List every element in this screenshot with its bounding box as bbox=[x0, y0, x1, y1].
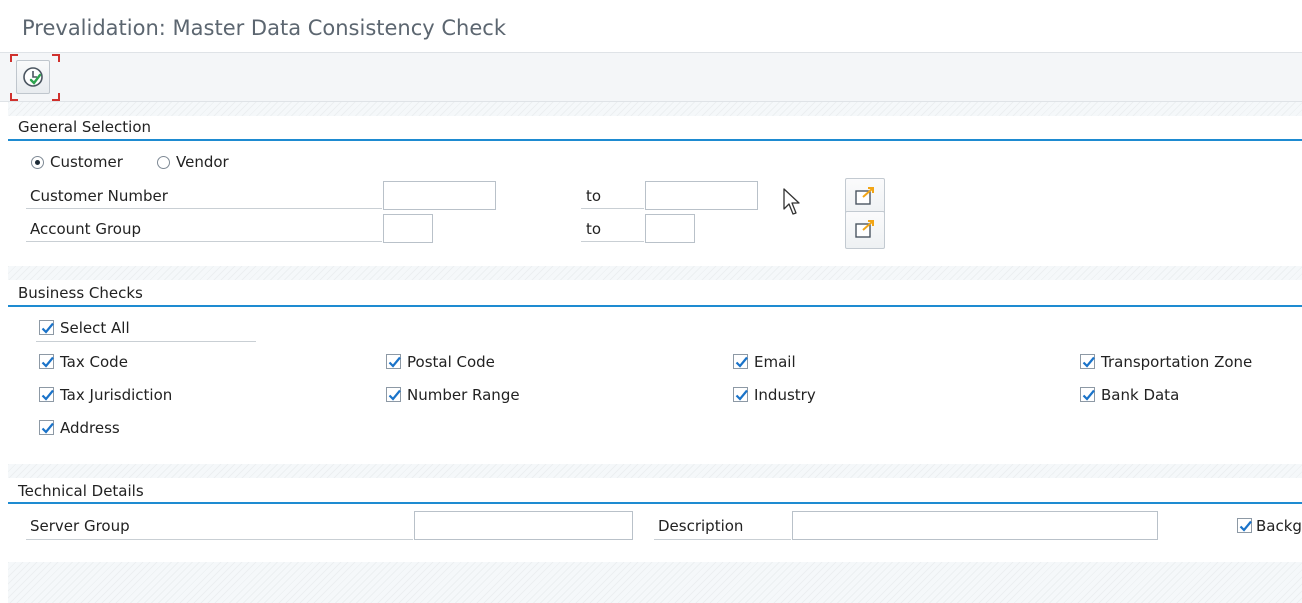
footer-area bbox=[8, 562, 1302, 603]
customer-number-from-input[interactable] bbox=[383, 181, 496, 210]
label-underline bbox=[36, 341, 256, 342]
industry-label: Industry bbox=[754, 386, 816, 404]
customer-number-to-input[interactable] bbox=[645, 181, 758, 210]
select-all-label: Select All bbox=[60, 319, 130, 337]
transportation-zone-checkbox[interactable] bbox=[1080, 354, 1095, 369]
address-checkbox[interactable] bbox=[39, 420, 54, 435]
tax-jurisdiction-checkbox[interactable] bbox=[39, 387, 54, 402]
section-divider bbox=[8, 305, 1302, 307]
description-input[interactable] bbox=[792, 511, 1158, 540]
section-divider bbox=[8, 139, 1302, 141]
customer-radio-label: Customer bbox=[50, 153, 123, 171]
vendor-radio-label: Vendor bbox=[176, 153, 229, 171]
transportation-zone-label: Transportation Zone bbox=[1101, 353, 1253, 371]
select-all-checkbox[interactable] bbox=[39, 320, 54, 335]
tax-code-checkbox[interactable] bbox=[39, 354, 54, 369]
mouse-cursor-icon bbox=[783, 188, 800, 215]
label-underline bbox=[581, 241, 644, 242]
background-label: Backg bbox=[1256, 517, 1302, 535]
account-group-label: Account Group bbox=[30, 220, 141, 238]
number-range-label: Number Range bbox=[407, 386, 520, 404]
section-spacer bbox=[8, 464, 1302, 478]
technical-details-header: Technical Details bbox=[18, 482, 144, 500]
to-label: to bbox=[586, 220, 602, 238]
account-group-from-input[interactable] bbox=[383, 214, 433, 243]
label-underline bbox=[26, 241, 382, 242]
customer-radio[interactable] bbox=[31, 156, 44, 169]
application-toolbar bbox=[0, 53, 1302, 102]
general-selection-header: General Selection bbox=[18, 118, 152, 136]
label-underline bbox=[26, 539, 413, 540]
label-underline bbox=[581, 208, 644, 209]
execute-clock-icon bbox=[23, 67, 43, 87]
tax-code-label: Tax Code bbox=[60, 353, 128, 371]
background-checkbox[interactable] bbox=[1237, 518, 1252, 533]
label-underline bbox=[654, 539, 791, 540]
page-title: Prevalidation: Master Data Consistency C… bbox=[22, 16, 506, 40]
email-checkbox[interactable] bbox=[733, 354, 748, 369]
postal-code-label: Postal Code bbox=[407, 353, 495, 371]
multiple-selection-icon bbox=[855, 220, 874, 238]
address-label: Address bbox=[60, 419, 120, 437]
postal-code-checkbox[interactable] bbox=[386, 354, 401, 369]
server-group-input[interactable] bbox=[414, 511, 633, 540]
email-label: Email bbox=[754, 353, 796, 371]
customer-number-label: Customer Number bbox=[30, 187, 168, 205]
account-group-to-input[interactable] bbox=[645, 214, 695, 243]
bank-data-checkbox[interactable] bbox=[1080, 387, 1095, 402]
description-label: Description bbox=[658, 517, 744, 535]
to-label: to bbox=[586, 187, 602, 205]
server-group-label: Server Group bbox=[30, 517, 130, 535]
number-range-checkbox[interactable] bbox=[386, 387, 401, 402]
section-spacer bbox=[8, 266, 1302, 280]
account-group-multiple-selection-button[interactable] bbox=[845, 211, 885, 249]
vendor-radio[interactable] bbox=[157, 156, 170, 169]
label-underline bbox=[26, 208, 382, 209]
industry-checkbox[interactable] bbox=[733, 387, 748, 402]
bank-data-label: Bank Data bbox=[1101, 386, 1180, 404]
multiple-selection-icon bbox=[855, 187, 874, 205]
tax-jurisdiction-label: Tax Jurisdiction bbox=[60, 386, 173, 404]
execute-button[interactable] bbox=[16, 60, 50, 94]
business-checks-header: Business Checks bbox=[18, 284, 143, 302]
section-divider bbox=[8, 502, 1302, 504]
section-spacer bbox=[8, 102, 1302, 116]
